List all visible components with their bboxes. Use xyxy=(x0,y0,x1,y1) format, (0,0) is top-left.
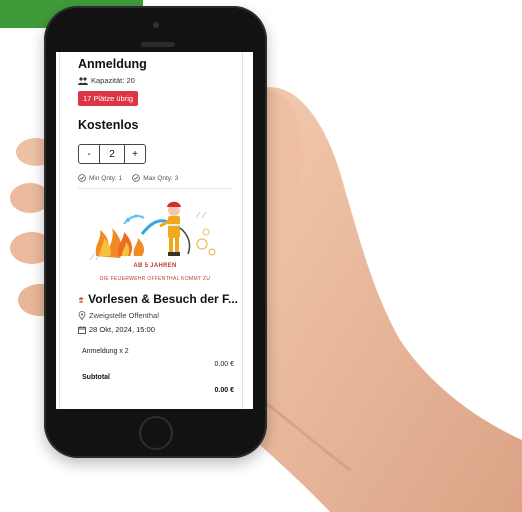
check-circle-icon xyxy=(132,174,141,182)
decrement-button[interactable]: - xyxy=(78,144,100,164)
line-item-label: Anmeldung x 2 xyxy=(82,348,129,355)
capacity-row: Kapazität: 20 xyxy=(78,76,135,85)
spots-left-badge: 17 Plätze übrig xyxy=(78,91,139,106)
registration-title: Anmeldung xyxy=(78,57,147,71)
min-qty-text: Min Qnty: 1 xyxy=(89,174,123,182)
quantity-value[interactable]: 2 xyxy=(100,144,124,164)
event-title-row[interactable]: Vorlesen & Besuch der F... xyxy=(78,292,238,306)
poster-age-text: AB 5 JAHREN xyxy=(133,263,177,269)
capacity-text: Kapazität: 20 xyxy=(91,76,135,85)
increment-button[interactable]: + xyxy=(124,144,146,164)
subtotal-value: 0.00 € xyxy=(214,387,234,394)
subtotal-label: Subtotal xyxy=(82,374,110,381)
event-title: Vorlesen & Besuch der F... xyxy=(88,292,238,306)
check-circle-icon xyxy=(78,174,86,182)
event-poster-image xyxy=(89,201,216,261)
quantity-stepper: - 2 + xyxy=(78,144,146,164)
poster-subtitle: DIE FEUERWEHR OFFENTHAL KOMMT ZU xyxy=(99,276,211,282)
line-item-value: 0.00 € xyxy=(214,361,234,368)
ticket-price: Kostenlos xyxy=(78,118,139,132)
max-qty-text: Max Qnty: 3 xyxy=(143,174,179,182)
phone-screen: Anmeldung Kapazität: 20 17 Plätze übrig … xyxy=(56,52,253,409)
home-button[interactable] xyxy=(139,416,173,450)
datetime-text: 28 Okt, 2024, 15:00 xyxy=(89,325,155,334)
calendar-icon xyxy=(78,325,86,334)
front-camera xyxy=(153,22,159,28)
firefighter-emoji-icon xyxy=(78,297,84,303)
map-pin-icon xyxy=(78,311,86,320)
section-divider xyxy=(78,188,232,189)
event-location: Zweigstelle Offenthal xyxy=(78,311,159,320)
speaker-grille xyxy=(141,42,175,47)
location-text: Zweigstelle Offenthal xyxy=(89,311,159,320)
users-icon xyxy=(78,76,88,85)
quantity-limits: Min Qnty: 1 Max Qnty: 3 xyxy=(78,174,178,182)
event-datetime: 28 Okt, 2024, 15:00 xyxy=(78,325,155,334)
